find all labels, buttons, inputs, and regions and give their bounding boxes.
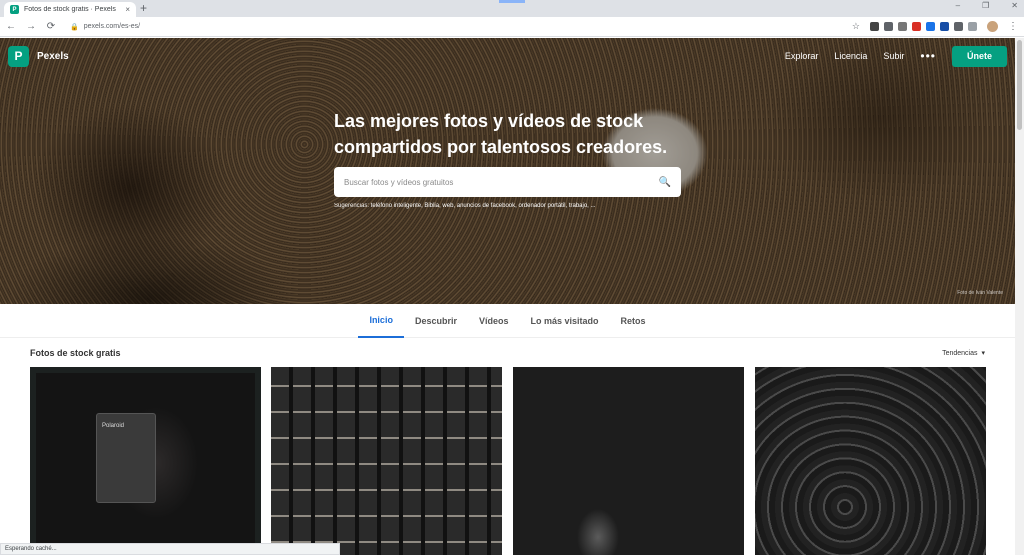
nav-explorar[interactable]: Explorar (785, 51, 819, 61)
search-input[interactable] (344, 177, 659, 187)
extension-icon[interactable] (898, 22, 907, 31)
extension-icon[interactable] (884, 22, 893, 31)
sort-dropdown[interactable]: Tendencias ▾ (942, 349, 985, 358)
profile-avatar[interactable] (987, 21, 998, 32)
page-scrollbar[interactable] (1015, 38, 1024, 555)
tab-inicio[interactable]: Inicio (358, 304, 404, 338)
caret-down-icon: ▾ (981, 350, 985, 357)
hero-banner: P Pexels Explorar Licencia Subir ••• Úne… (0, 38, 1015, 304)
browser-status-bar: Esperando caché... (0, 543, 340, 555)
tab-videos[interactable]: Vídeos (468, 304, 520, 338)
browser-tab[interactable]: P Fotos de stock gratis · Pexels × (4, 2, 136, 17)
photo-card[interactable] (271, 367, 502, 555)
brand-name: Pexels (37, 50, 69, 62)
browser-toolbar: ← → ⟳ 🔒 pexels.com/es-es/ ☆ ⋮ (0, 17, 1024, 37)
tab-descubrir[interactable]: Descubrir (404, 304, 468, 338)
extension-icon[interactable] (940, 22, 949, 31)
pexels-logo[interactable]: P Pexels (8, 45, 69, 67)
nav-subir[interactable]: Subir (883, 51, 904, 61)
bookmark-star-icon[interactable]: ☆ (852, 21, 860, 32)
site-header: P Pexels Explorar Licencia Subir ••• Úne… (0, 38, 1015, 74)
nav-licencia[interactable]: Licencia (834, 51, 867, 61)
extension-icon[interactable] (912, 22, 921, 31)
section-header: Fotos de stock gratis Tendencias ▾ (30, 348, 985, 358)
hero-title: Las mejores fotos y vídeos de stock comp… (334, 111, 668, 157)
search-icon[interactable]: 🔍 (659, 177, 671, 188)
extension-icon[interactable] (870, 22, 879, 31)
sort-label: Tendencias (942, 349, 978, 357)
photo-card[interactable]: Polaroid (30, 367, 261, 555)
search-suggestions: Sugerencias: teléfono inteligente, Bibli… (334, 203, 681, 209)
tab-title: Fotos de stock gratis · Pexels (24, 6, 116, 13)
suggestions-label: Sugerencias: (334, 203, 370, 209)
tab-lo-mas-visitado[interactable]: Lo más visitado (520, 304, 610, 338)
url-text: pexels.com/es-es/ (83, 23, 141, 30)
browser-menu-icon[interactable]: ⋮ (1008, 21, 1018, 32)
new-tab-button[interactable]: + (140, 2, 147, 15)
content-tabs: Inicio Descubrir Vídeos Lo más visitado … (0, 304, 1015, 338)
back-arrow-icon[interactable]: ← (6, 21, 16, 32)
reload-icon[interactable]: ⟳ (46, 21, 56, 32)
address-bar[interactable]: 🔒 pexels.com/es-es/ (66, 20, 842, 34)
suggestions-list[interactable]: teléfono inteligente, Biblia, web, anunc… (371, 203, 596, 209)
minimize-icon[interactable]: – (956, 1, 960, 10)
extensions-area (870, 22, 977, 31)
puzzle-icon[interactable] (954, 22, 963, 31)
photo-credit[interactable]: Foto de Iván Valente (957, 290, 1003, 296)
browser-tabstrip: P Fotos de stock gratis · Pexels × + – ❐… (0, 0, 1024, 17)
close-window-icon[interactable]: ✕ (1011, 1, 1018, 10)
maximize-icon[interactable]: ❐ (982, 1, 989, 10)
camera-label: Polaroid (102, 423, 125, 429)
photo-card[interactable] (513, 367, 744, 555)
search-box: 🔍 (334, 167, 681, 197)
tab-accent (499, 0, 525, 3)
extension-icon[interactable] (968, 22, 977, 31)
scrollbar-thumb[interactable] (1017, 40, 1022, 130)
photo-card[interactable] (755, 367, 986, 555)
section-title: Fotos de stock gratis (30, 348, 121, 358)
tab-retos[interactable]: Retos (610, 304, 657, 338)
header-nav: Explorar Licencia Subir ••• Únete (785, 45, 1007, 67)
hero-content: Las mejores fotos y vídeos de stock comp… (334, 108, 681, 209)
close-tab-icon[interactable]: × (125, 5, 130, 14)
join-button[interactable]: Únete (952, 45, 1007, 67)
pexels-favicon-icon: P (10, 5, 19, 14)
pexels-logo-icon: P (8, 45, 29, 67)
more-menu-icon[interactable]: ••• (920, 49, 936, 63)
forward-arrow-icon[interactable]: → (26, 21, 36, 32)
window-controls: – ❐ ✕ (956, 1, 1018, 10)
extension-icon[interactable] (926, 22, 935, 31)
lock-icon: 🔒 (70, 23, 79, 31)
